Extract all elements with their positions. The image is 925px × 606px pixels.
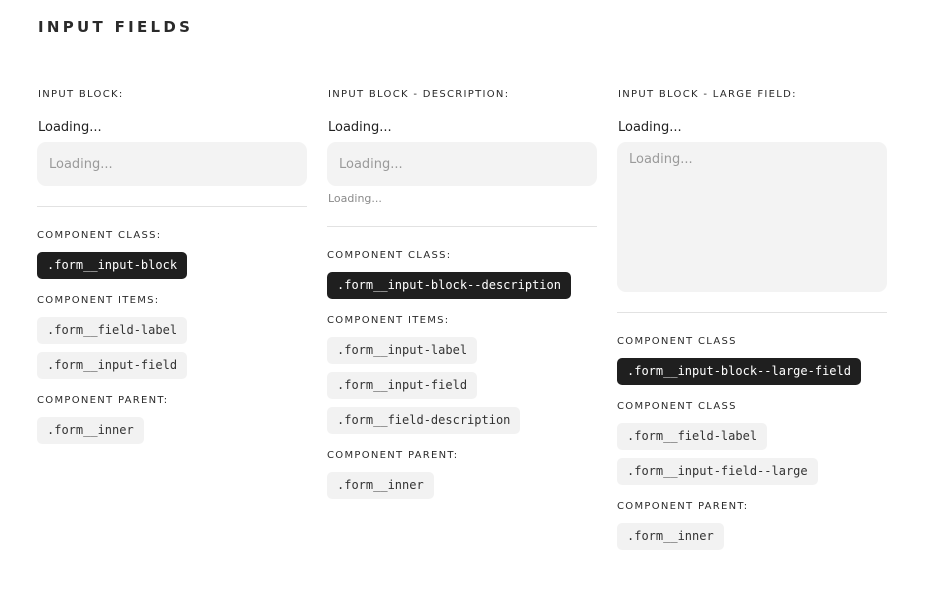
component-item-tag: .form__input-label (327, 337, 478, 364)
component-item-tag: .form__field-description (327, 407, 521, 434)
field-description: Loading... (328, 192, 382, 205)
divider (327, 226, 597, 227)
component-parent-heading: COMPONENT PARENT: (37, 395, 169, 406)
input-block-column: INPUT BLOCK: Loading... Loading... COMPO… (37, 88, 307, 444)
field-label: Loading... (618, 120, 682, 135)
input-placeholder: Loading... (339, 156, 403, 172)
block-heading: INPUT BLOCK - LARGE FIELD: (618, 89, 797, 100)
component-class-heading: COMPONENT CLASS: (327, 250, 452, 261)
input-block-description-column: INPUT BLOCK - DESCRIPTION: Loading... Lo… (327, 88, 597, 499)
component-items-heading: COMPONENT ITEMS: (37, 295, 160, 306)
page: INPUT FIELDS INPUT BLOCK: Loading... Loa… (0, 0, 925, 606)
field-label: Loading... (38, 120, 102, 135)
divider (37, 206, 307, 207)
component-item-tag: .form__input-field--large (617, 458, 818, 485)
page-title: INPUT FIELDS (38, 18, 194, 36)
component-parent-tag: .form__inner (37, 417, 144, 444)
component-item-tag: .form__field-label (37, 317, 188, 344)
component-item-tag: .form__field-label (617, 423, 768, 450)
component-items-heading: COMPONENT CLASS (617, 401, 737, 412)
textarea-placeholder: Loading... (629, 152, 693, 167)
input-placeholder: Loading... (49, 156, 113, 172)
input-block-large-field-column: INPUT BLOCK - LARGE FIELD: Loading... Lo… (617, 88, 887, 550)
component-parent-heading: COMPONENT PARENT: (617, 501, 749, 512)
component-class-tag: .form__input-block--large-field (617, 358, 861, 385)
block-heading: INPUT BLOCK: (38, 89, 124, 100)
component-parent-tag: .form__inner (327, 472, 434, 499)
component-class-tag: .form__input-block--description (327, 272, 571, 299)
component-parent-heading: COMPONENT PARENT: (327, 450, 459, 461)
block-heading: INPUT BLOCK - DESCRIPTION: (328, 89, 510, 100)
component-class-heading: COMPONENT CLASS: (37, 230, 162, 241)
text-input[interactable]: Loading... (37, 142, 307, 186)
component-item-tag: .form__input-field (37, 352, 188, 379)
component-items-heading: COMPONENT ITEMS: (327, 315, 450, 326)
component-class-heading: COMPONENT CLASS (617, 336, 737, 347)
textarea-input[interactable]: Loading... (617, 142, 887, 292)
text-input[interactable]: Loading... (327, 142, 597, 186)
component-class-tag: .form__input-block (37, 252, 188, 279)
divider (617, 312, 887, 313)
component-item-tag: .form__input-field (327, 372, 478, 399)
field-label: Loading... (328, 120, 392, 135)
component-parent-tag: .form__inner (617, 523, 724, 550)
